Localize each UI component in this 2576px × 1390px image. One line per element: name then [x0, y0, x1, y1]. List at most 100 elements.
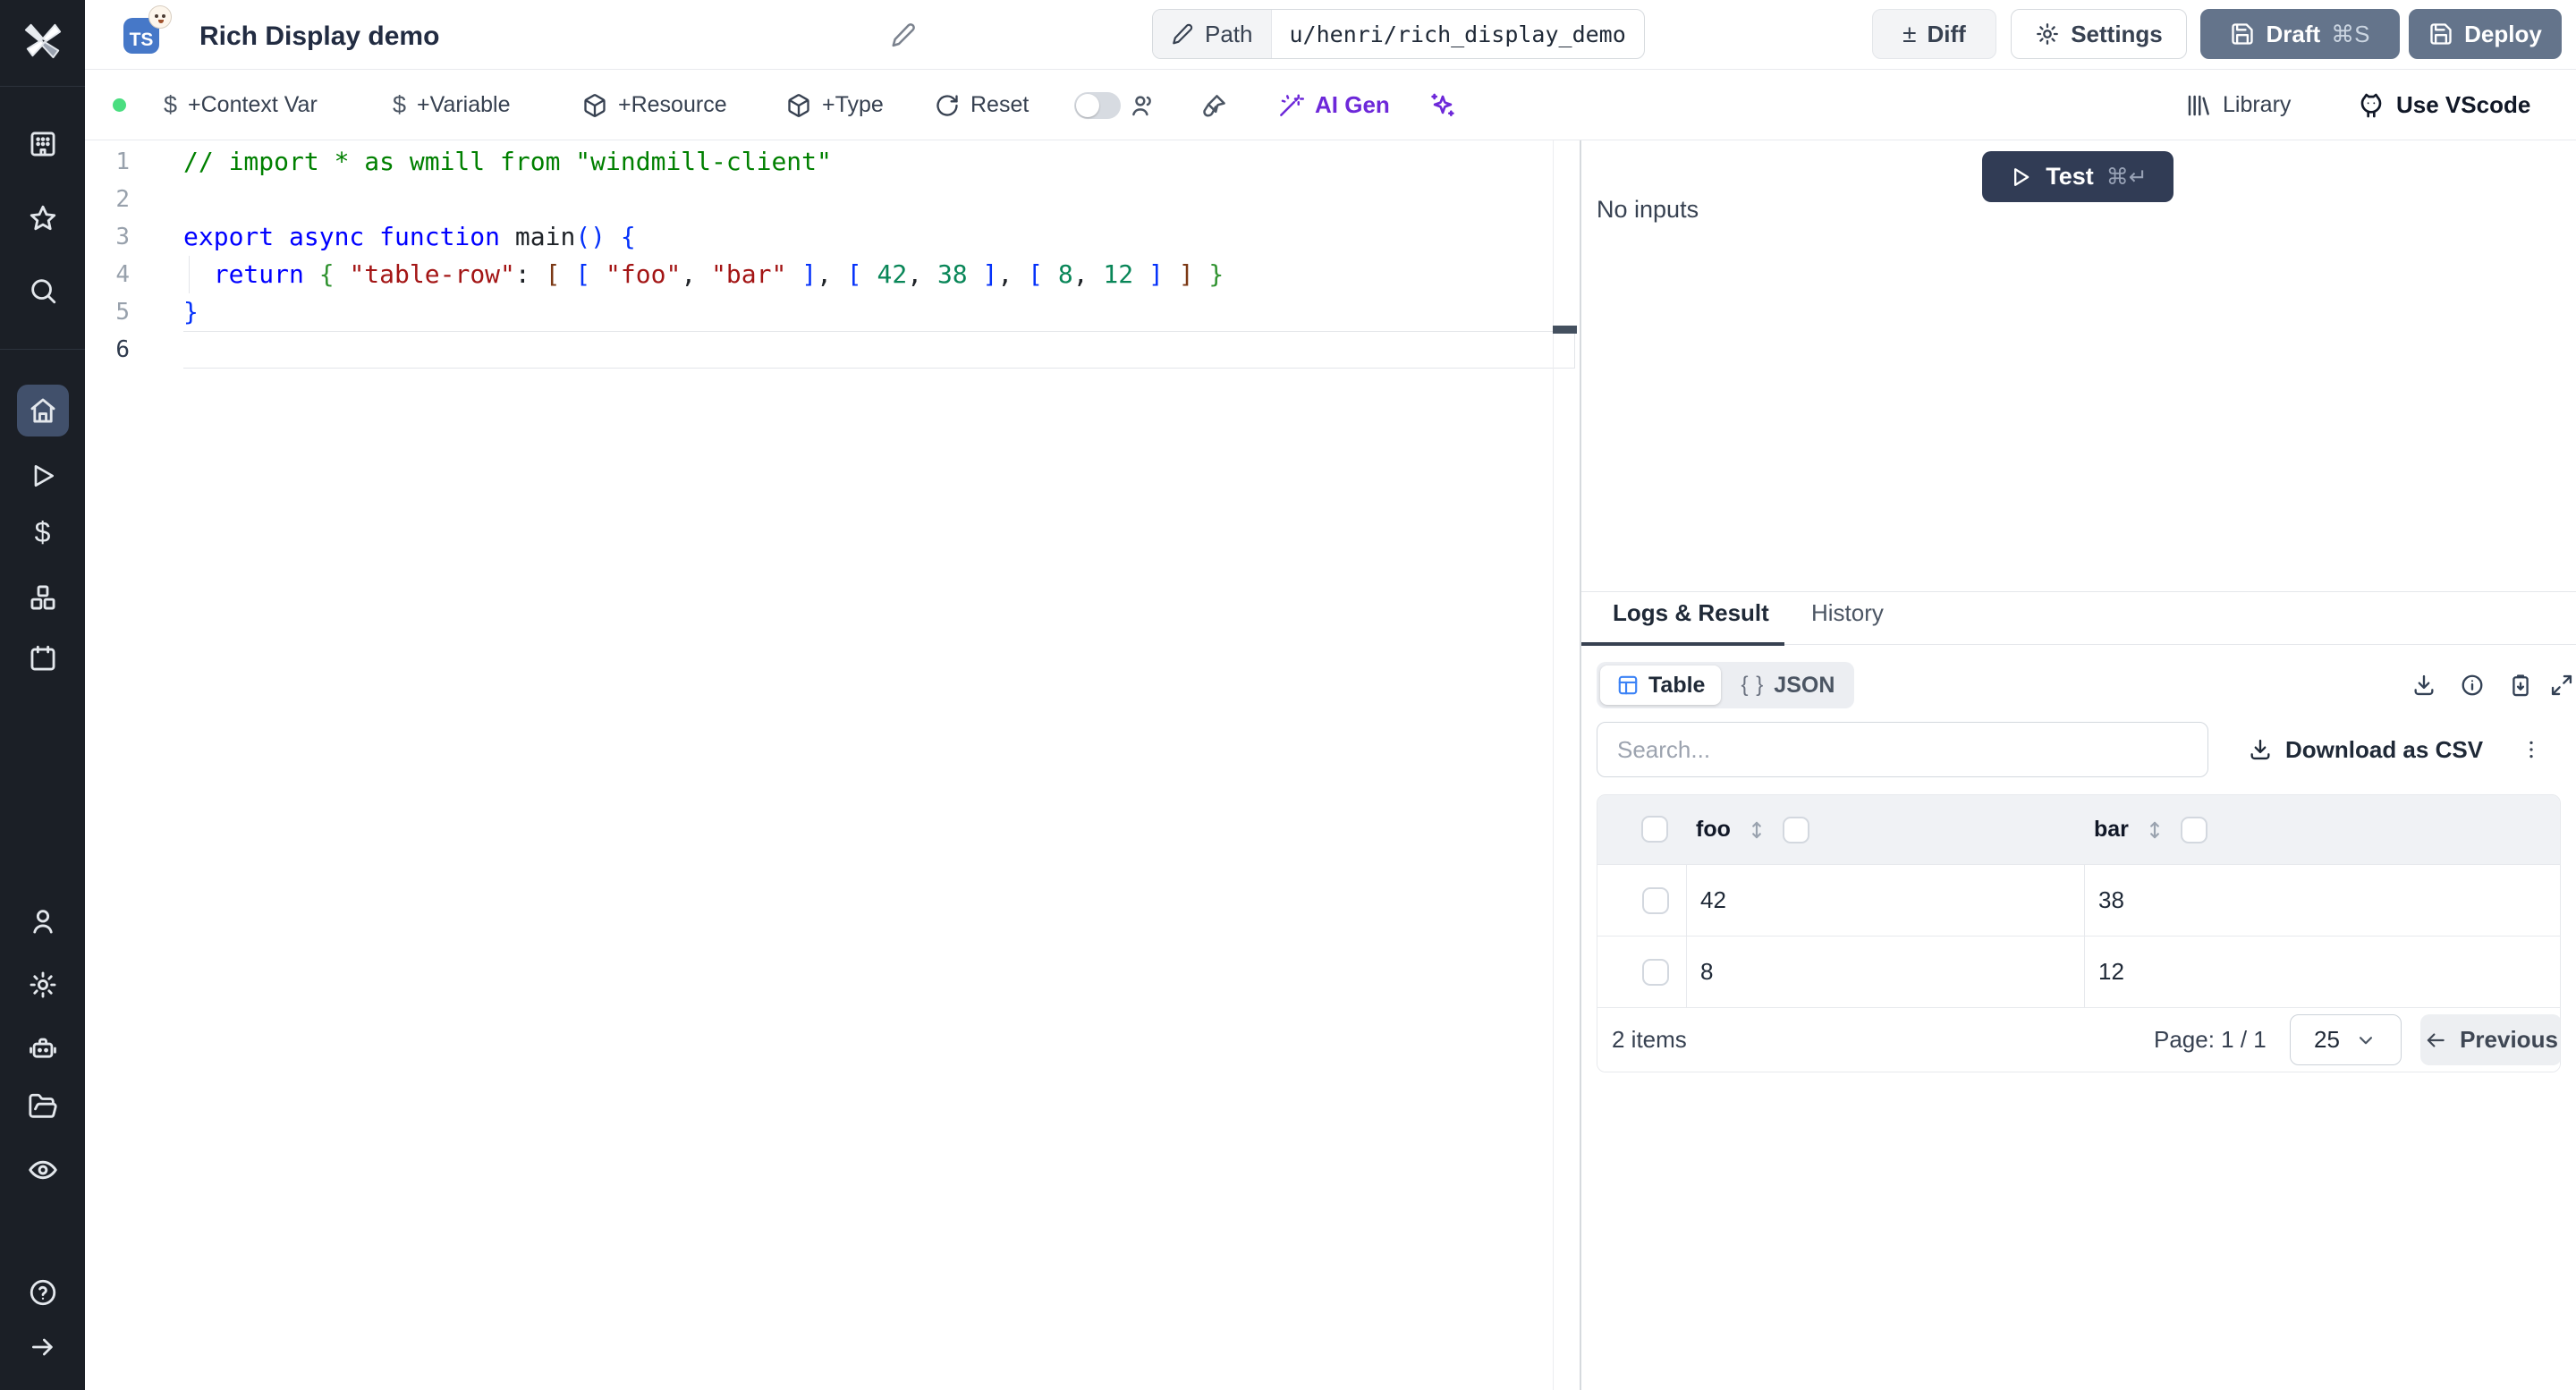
tab-history[interactable]: History: [1811, 599, 1884, 627]
panel-resize-handle[interactable]: [1580, 140, 1581, 1390]
sidebar-expand-arrow[interactable]: [17, 1321, 69, 1373]
items-count: 2 items: [1612, 1026, 1687, 1053]
table-search-row: Download as CSV: [1581, 722, 2576, 777]
sidebar-item-resources[interactable]: [17, 572, 69, 623]
sidebar-item-schedules[interactable]: [17, 632, 69, 684]
format-brush-icon[interactable]: [1201, 70, 1228, 140]
language-badge-label: TS: [129, 30, 154, 50]
line-number: 1: [115, 148, 130, 175]
test-shortcut: ⌘↵: [2106, 164, 2148, 190]
add-context-var-button[interactable]: $ +Context Var: [164, 70, 318, 140]
download-result-icon[interactable]: [2411, 673, 2436, 698]
sidebar-item-favorites[interactable]: [17, 192, 69, 244]
code-line[interactable]: [183, 331, 1224, 369]
column-header-foo[interactable]: foo: [1696, 817, 1731, 843]
sidebar-item-settings[interactable]: [17, 959, 69, 1011]
line-number: 3: [115, 224, 130, 250]
arrow-left-icon: [2427, 1032, 2445, 1047]
sidebar-item-audit-logs[interactable]: [17, 1144, 69, 1196]
multiplayer-icon[interactable]: [1130, 70, 1157, 140]
copy-result-icon[interactable]: [2508, 673, 2533, 698]
library-button[interactable]: Library: [2185, 70, 2291, 140]
edit-title-pencil-icon[interactable]: [890, 21, 917, 48]
settings-label: Settings: [2071, 20, 2163, 47]
sidebar-item-help[interactable]: [17, 1267, 69, 1318]
sidebar-item-search[interactable]: [17, 265, 69, 317]
reset-label: Reset: [970, 92, 1030, 117]
page-title: Rich Display demo: [199, 21, 440, 51]
header-bar: TS Rich Display demo Path u/henri/rich_d…: [85, 0, 2576, 70]
save-icon: [2232, 23, 2254, 45]
settings-button[interactable]: Settings: [2011, 9, 2187, 59]
download-csv-button[interactable]: Download as CSV: [2248, 722, 2483, 777]
ai-sparkles-icon[interactable]: [1428, 70, 1457, 140]
sidebar-divider: [0, 349, 85, 350]
expand-result-icon[interactable]: [2549, 673, 2574, 698]
draft-button[interactable]: Draft ⌘S: [2200, 9, 2400, 59]
sidebar-item-home[interactable]: [16, 385, 69, 436]
use-vscode-label: Use VScode: [2396, 91, 2531, 118]
previous-page-button[interactable]: Previous: [2420, 1014, 2560, 1065]
code-line[interactable]: return { "table-row": [ [ "foo", "bar" ]…: [183, 256, 1224, 293]
page-size-select[interactable]: 25: [2290, 1014, 2402, 1065]
windmill-logo[interactable]: [17, 14, 69, 66]
line-number: 2: [115, 186, 130, 213]
dollar-icon: $: [164, 91, 178, 118]
sidebar-item-workers[interactable]: [17, 1022, 69, 1074]
table-cell: 38: [2084, 865, 2560, 936]
view-table-button[interactable]: Table: [1600, 665, 1722, 705]
result-info-icon[interactable]: [2460, 673, 2485, 698]
search-input[interactable]: [1597, 722, 2208, 777]
run-result-panel: Test ⌘↵ No inputs Logs & Result History …: [1581, 140, 2576, 1390]
sort-icon[interactable]: [2143, 818, 2166, 842]
sort-icon[interactable]: [1745, 818, 1768, 842]
code-line[interactable]: export async function main() {: [183, 218, 1224, 256]
no-inputs-text: No inputs: [1597, 196, 1699, 223]
braces-icon: { }: [1741, 673, 1766, 697]
reset-button[interactable]: Reset: [935, 70, 1029, 140]
table-cell: 8: [1686, 937, 2084, 1007]
sidebar-item-users[interactable]: [17, 895, 69, 947]
diff-mode-toggle[interactable]: [1074, 92, 1121, 119]
ai-gen-button[interactable]: AI Gen: [1277, 70, 1390, 140]
add-resource-label: +Resource: [618, 92, 727, 117]
page-indicator: Page: 1 / 1: [2154, 1026, 2267, 1053]
dollar-icon: $: [393, 91, 407, 118]
code-line[interactable]: [183, 181, 1224, 218]
pencil-icon: [1173, 23, 1193, 45]
page-size-value: 25: [2314, 1026, 2340, 1053]
use-vscode-button[interactable]: Use VScode: [2357, 70, 2530, 140]
code-line[interactable]: // import * as wmill from "windmill-clie…: [183, 143, 1224, 181]
add-variable-button[interactable]: $ +Variable: [393, 70, 511, 140]
sidebar-item-workspace[interactable]: [17, 118, 69, 170]
select-all-checkbox[interactable]: [1641, 816, 1668, 843]
package-icon: [584, 93, 606, 117]
deploy-label: Deploy: [2464, 20, 2542, 47]
editor-code[interactable]: // import * as wmill from "windmill-clie…: [183, 143, 1224, 369]
path-button[interactable]: Path u/henri/rich_display_demo: [1152, 9, 1645, 59]
play-icon: [2014, 167, 2029, 186]
dollar-icon: $: [34, 515, 51, 548]
add-resource-button[interactable]: +Resource: [582, 70, 727, 140]
code-editor[interactable]: 1 2 3 4 5 6 // import * as wmill from "windmi…: [85, 140, 1581, 1390]
sidebar-item-variables[interactable]: $: [17, 506, 69, 558]
column-checkbox[interactable]: [2180, 816, 2207, 843]
view-table-label: Table: [1648, 672, 1706, 698]
add-type-button[interactable]: +Type: [786, 70, 884, 140]
view-json-button[interactable]: { } JSON: [1724, 665, 1851, 705]
table-row: 42 38: [1597, 864, 2560, 936]
editor-gutter: 1 2 3 4 5 6: [85, 143, 183, 369]
tab-logs-result[interactable]: Logs & Result: [1613, 599, 1769, 627]
code-line[interactable]: }: [183, 293, 1224, 331]
diff-button[interactable]: ± Diff: [1872, 9, 1996, 59]
column-checkbox[interactable]: [1782, 816, 1809, 843]
row-checkbox[interactable]: [1642, 958, 1669, 986]
sidebar-item-runs[interactable]: [17, 450, 69, 502]
sidebar-item-folders[interactable]: [17, 1081, 69, 1132]
table-options-kebab-icon[interactable]: [2519, 737, 2544, 762]
row-checkbox[interactable]: [1642, 886, 1669, 914]
deploy-button[interactable]: Deploy: [2409, 9, 2562, 59]
test-button[interactable]: Test ⌘↵: [1982, 151, 2174, 202]
path-label-segment: Path: [1153, 10, 1272, 58]
column-header-bar[interactable]: bar: [2094, 817, 2129, 843]
